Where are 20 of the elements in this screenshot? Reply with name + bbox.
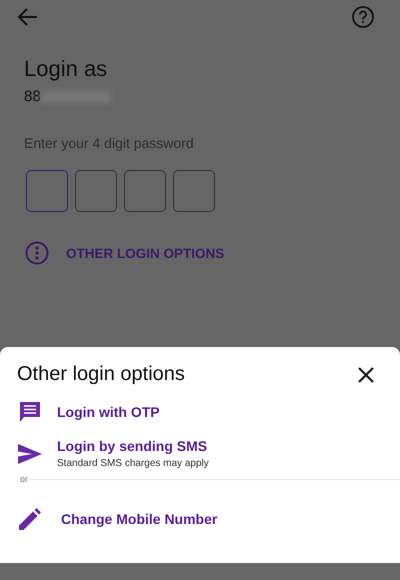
pin-input-box[interactable] (75, 170, 117, 212)
help-icon[interactable] (352, 6, 374, 28)
more-icon[interactable] (25, 241, 49, 265)
pencil-icon (18, 508, 42, 530)
pin-input-box[interactable] (124, 170, 166, 212)
password-label: Enter your 4 digit password (24, 135, 195, 151)
message-icon (18, 400, 42, 424)
login-option[interactable]: Login with OTP (57, 404, 160, 420)
or-label: or (18, 474, 30, 484)
phone-number: 88 (24, 88, 41, 105)
option-note: Standard SMS charges may apply (57, 458, 209, 469)
sheet-title: Other login options (17, 363, 185, 386)
close-icon[interactable] (358, 366, 374, 382)
page-title: Login as (24, 56, 108, 82)
back-icon[interactable] (18, 8, 38, 26)
login-option[interactable]: Login by sending SMS (57, 438, 209, 454)
pin-input-box[interactable] (173, 170, 215, 212)
pin-input-box[interactable] (26, 170, 68, 212)
login-option[interactable]: Change Mobile Number (61, 511, 218, 527)
send-icon (18, 444, 42, 464)
